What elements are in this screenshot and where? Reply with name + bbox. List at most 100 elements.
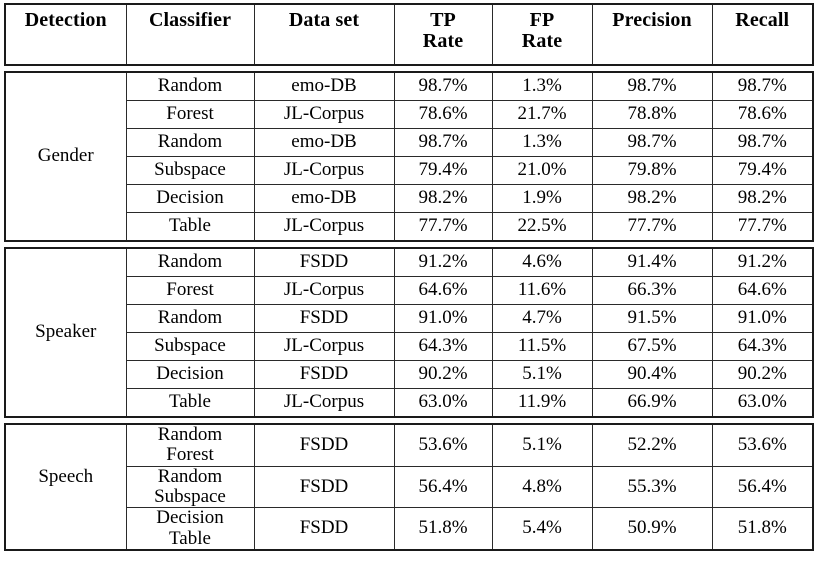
tp-rate-value: 91.2% xyxy=(393,247,493,277)
classifier-label-line2: Table xyxy=(125,388,255,418)
recall-value: 98.7% xyxy=(711,128,814,157)
classifier-label-line2: Forest xyxy=(125,100,255,129)
classifier-label: Random Forest xyxy=(125,423,255,467)
classifier-label-line2: Subspace xyxy=(125,156,255,185)
fp-rate-value: 22.5% xyxy=(491,212,593,242)
precision-value: 98.7% xyxy=(591,128,713,157)
recall-value: 90.2% xyxy=(711,360,814,389)
table-row: Decision FSDD 90.2% 5.1% 90.4% 90.2% xyxy=(5,360,814,389)
classifier-label-line2: Subspace xyxy=(154,485,226,507)
classifier-label-line1: Random xyxy=(125,304,255,333)
column-header-fp-rate: FP Rate xyxy=(491,3,593,66)
table-row: Speaker Random FSDD 91.2% 4.6% 91.4% 91.2% xyxy=(4,247,814,418)
dataset-value: FSDD xyxy=(253,304,395,333)
classifier-label-line1: Decision xyxy=(156,507,224,529)
table-row: Forest JL-Corpus 64.6% 11.6% 66.3% 64.6% xyxy=(5,276,814,305)
precision-value: 79.8% xyxy=(591,156,713,185)
dataset-value: emo-DB xyxy=(253,71,395,101)
precision-value: 52.2% xyxy=(591,423,713,467)
column-header-detection: Detection xyxy=(4,3,127,66)
table-row: Gender Random emo-DB 98.7% 1.3% 98.7% 98.7% xyxy=(4,71,814,242)
column-header-precision: Precision xyxy=(591,3,713,66)
dataset-value: JL-Corpus xyxy=(253,388,395,418)
precision-value: 67.5% xyxy=(591,332,713,361)
dataset-value: FSDD xyxy=(253,465,395,509)
column-header-classifier-line1: Classifier xyxy=(148,9,232,31)
classifier-label-line2: Forest xyxy=(166,444,214,466)
classifier-label: Random Subspace xyxy=(125,465,255,509)
precision-value: 66.9% xyxy=(591,388,713,418)
tp-rate-value: 91.0% xyxy=(393,304,493,333)
classifier-label-line2: Table xyxy=(169,527,211,549)
classifier-label-line1: Random xyxy=(125,128,255,157)
recall-value: 64.6% xyxy=(711,276,814,305)
classifier-label-line1: Decision xyxy=(125,184,255,213)
fp-rate-value: 1.3% xyxy=(491,128,593,157)
fp-rate-value: 11.6% xyxy=(491,276,593,305)
tp-rate-value: 90.2% xyxy=(393,360,493,389)
recall-value: 63.0% xyxy=(711,388,814,418)
classifier-label-line1: Random xyxy=(157,424,223,445)
column-header-fp-rate-line2: Rate xyxy=(521,30,563,53)
table-row: Decision Table FSDD 51.8% 5.4% 50.9% 51.8% xyxy=(5,507,814,551)
dataset-value: JL-Corpus xyxy=(253,212,395,242)
dataset-value: emo-DB xyxy=(253,128,395,157)
tp-rate-value: 53.6% xyxy=(393,423,493,467)
tp-rate-value: 64.3% xyxy=(393,332,493,361)
fp-rate-value: 4.6% xyxy=(491,247,593,277)
detection-section-speech: Speech Random Forest FSDD 53.6% 5.1% 52.2% 53.6… xyxy=(4,423,814,551)
tp-rate-value: 63.0% xyxy=(393,388,493,418)
precision-value: 90.4% xyxy=(591,360,713,389)
column-header-classifier: Classifier xyxy=(125,3,255,66)
table-row: Random emo-DB 98.7% 1.3% 98.7% 98.7% xyxy=(5,128,814,157)
table-row: Forest JL-Corpus 78.6% 21.7% 78.8% 78.6% xyxy=(5,100,814,129)
tp-rate-value: 79.4% xyxy=(393,156,493,185)
recall-value: 98.2% xyxy=(711,184,814,213)
tp-rate-value: 51.8% xyxy=(393,507,493,551)
dataset-value: FSDD xyxy=(253,507,395,551)
dataset-value: FSDD xyxy=(253,423,395,467)
classifier-label-line2: Subspace xyxy=(125,332,255,361)
table-sections-host: Gender Random emo-DB 98.7% 1.3% 98.7% 98.7% For… xyxy=(4,71,814,551)
precision-value: 91.5% xyxy=(591,304,713,333)
classifier-label-line2: Forest xyxy=(125,276,255,305)
dataset-value: JL-Corpus xyxy=(253,332,395,361)
column-header-detection-line1: Detection xyxy=(24,9,107,31)
recall-value: 91.0% xyxy=(711,304,814,333)
dataset-value: JL-Corpus xyxy=(253,100,395,129)
fp-rate-value: 11.5% xyxy=(491,332,593,361)
table-header-block: Detection Classifier Data set TP Rate FP… xyxy=(4,3,814,66)
fp-rate-value: 5.4% xyxy=(491,507,593,551)
precision-value: 91.4% xyxy=(591,247,713,277)
dataset-value: JL-Corpus xyxy=(253,156,395,185)
classifier-label-line1: Decision xyxy=(125,360,255,389)
precision-value: 50.9% xyxy=(591,507,713,551)
fp-rate-value: 11.9% xyxy=(491,388,593,418)
fp-rate-value: 1.9% xyxy=(491,184,593,213)
detection-section-gender: Gender Random emo-DB 98.7% 1.3% 98.7% 98.7% For… xyxy=(4,71,814,242)
recall-value: 53.6% xyxy=(711,423,814,467)
detection-label: Gender xyxy=(4,71,127,242)
recall-value: 79.4% xyxy=(711,156,814,185)
fp-rate-value: 4.7% xyxy=(491,304,593,333)
column-header-recall-line1: Recall xyxy=(735,9,790,31)
recall-value: 51.8% xyxy=(711,507,814,551)
tp-rate-value: 98.7% xyxy=(393,128,493,157)
classifier-label-line1: Random xyxy=(157,465,223,487)
table-row: Subspace JL-Corpus 79.4% 21.0% 79.8% 79.4% xyxy=(5,156,814,185)
classifier-label-line1: Random xyxy=(125,247,255,277)
recall-value: 91.2% xyxy=(711,247,814,277)
table-row: Subspace JL-Corpus 64.3% 11.5% 67.5% 64.3% xyxy=(5,332,814,361)
fp-rate-value: 21.7% xyxy=(491,100,593,129)
tp-rate-value: 98.7% xyxy=(393,71,493,101)
recall-value: 98.7% xyxy=(711,71,814,101)
table-header-row: Detection Classifier Data set TP Rate FP… xyxy=(4,3,814,66)
table-row: Decision emo-DB 98.2% 1.9% 98.2% 98.2% xyxy=(5,184,814,213)
tp-rate-value: 98.2% xyxy=(393,184,493,213)
classifier-label: Decision Table xyxy=(125,507,255,551)
recall-value: 78.6% xyxy=(711,100,814,129)
column-header-tp-rate-line1: TP xyxy=(430,9,456,31)
table-row: Table JL-Corpus 63.0% 11.9% 66.9% 63.0% xyxy=(5,388,814,418)
tp-rate-value: 56.4% xyxy=(393,465,493,509)
column-header-dataset-line1: Data set xyxy=(288,9,360,31)
